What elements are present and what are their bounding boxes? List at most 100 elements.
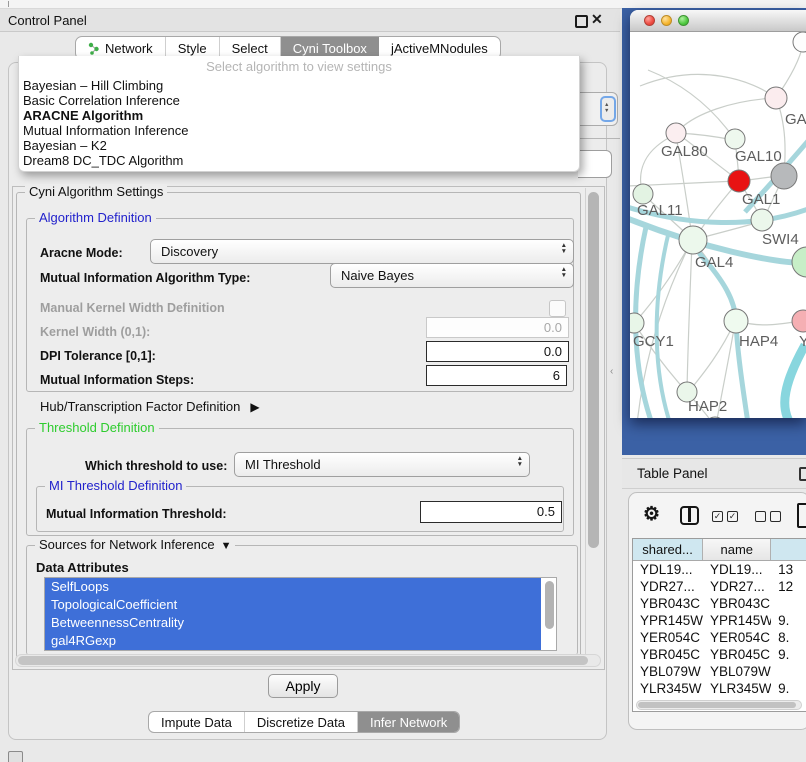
tab-label: Impute Data [161, 715, 232, 730]
settings-hscrollbar-thumb[interactable] [18, 656, 588, 665]
table-hscrollbar-thumb[interactable] [638, 702, 796, 708]
network-node[interactable] [633, 184, 653, 204]
network-node[interactable] [725, 129, 745, 149]
table-panel-titlebar: Table Panel [622, 458, 806, 489]
gear-icon[interactable]: ⚙ [643, 503, 660, 526]
sources-group-title[interactable]: Sources for Network Inference▼ [35, 537, 235, 552]
table-row[interactable]: YBL079WYBL079W [633, 663, 806, 680]
network-node[interactable] [724, 309, 748, 333]
table-row[interactable]: YDL19...YDL19...13 [633, 561, 806, 578]
tab-infer-network[interactable]: Infer Network [358, 712, 459, 732]
app-root: Control Panel ✕ NetworkStyleSelectCyni T… [0, 0, 806, 762]
mi-threshold-field[interactable]: 0.5 [420, 501, 562, 523]
network-node[interactable] [792, 247, 806, 277]
algorithm-option-bayesian-k2[interactable]: Bayesian – K2 [19, 138, 579, 153]
table-cell: YBR043C [633, 595, 703, 612]
collapse-down-icon[interactable]: ▼ [221, 540, 232, 552]
checked-checkbox-icon[interactable]: ✓ [727, 511, 738, 522]
algorithm-option-dream8-dc-tdc-algorithm[interactable]: Dream8 DC_TDC Algorithm [19, 153, 579, 168]
unchecked-checkbox-icon[interactable] [770, 511, 781, 522]
attribute-item-topologicalcoefficient[interactable]: TopologicalCoefficient [45, 596, 541, 614]
network-window-titlebar[interactable] [630, 10, 806, 32]
table-hscrollbar-track[interactable] [636, 700, 802, 710]
algorithm-option-aracne-algorithm[interactable]: ARACNE Algorithm [19, 108, 579, 123]
network-edge-thick [785, 345, 806, 418]
node-label-hap2: HAP2 [688, 398, 727, 415]
close-traffic-light-icon[interactable] [644, 15, 655, 26]
column-header-shared[interactable]: shared... [633, 539, 703, 560]
manual-kernel-checkbox[interactable] [549, 300, 566, 317]
hub-definition-toggle[interactable]: Hub/Transcription Factor Definition▶ [40, 399, 260, 414]
algorithm-option-basic-correlation-inference[interactable]: Basic Correlation Inference [19, 93, 579, 108]
tab-discretize-data[interactable]: Discretize Data [245, 712, 358, 732]
column-header-2[interactable] [771, 539, 806, 560]
tab-label: Cyni Toolbox [293, 41, 367, 56]
algorithm-definition-title: Algorithm Definition [35, 210, 156, 225]
checked-checkbox-icon[interactable]: ✓ [712, 511, 723, 522]
table-panel-title: Table Panel [637, 466, 708, 481]
combo-stepper-button-fragment[interactable]: ▲▼ [600, 96, 616, 122]
attribute-item-betweennesscentrality[interactable]: BetweennessCentrality [45, 614, 541, 632]
table-row[interactable]: YDR27...YDR27...12 [633, 578, 806, 595]
table-panel-float-icon[interactable] [799, 467, 806, 481]
network-node[interactable] [793, 32, 806, 52]
tab-label: Select [232, 41, 268, 56]
algorithm-option-bayesian-hill-climbing[interactable]: Bayesian – Hill Climbing [19, 78, 579, 93]
network-node[interactable] [630, 313, 644, 333]
list-scrollbar[interactable] [545, 581, 554, 629]
table-cell: YBR045C [633, 646, 703, 663]
network-canvas[interactable]: GALGAL80GAL10GAL11GAL1SWI4GAL4GCY1HAP4YH… [630, 32, 806, 418]
network-view-window: GALGAL80GAL10GAL11GAL1SWI4GAL4GCY1HAP4YH… [630, 10, 806, 418]
table-row[interactable]: YLR345WYLR345W9. [633, 680, 806, 697]
dock-panel-icon[interactable] [8, 751, 23, 762]
tab-label: jActiveMNodules [391, 41, 488, 56]
close-icon[interactable]: ✕ [591, 11, 603, 28]
table-row[interactable]: YBR045CYBR045C9. [633, 646, 806, 663]
network-icon [88, 42, 100, 55]
table-cell: YER054C [633, 629, 703, 646]
float-window-icon[interactable] [575, 15, 588, 28]
data-attributes-list[interactable]: SelfLoopsTopologicalCoefficientBetweenne… [44, 577, 557, 651]
network-node[interactable] [771, 163, 797, 189]
network-node[interactable] [765, 87, 787, 109]
network-node[interactable] [666, 123, 686, 143]
expand-right-icon[interactable]: ▶ [250, 400, 259, 414]
attribute-item-selfloops[interactable]: SelfLoops [45, 578, 541, 596]
manual-kernel-label: Manual Kernel Width Definition [40, 301, 225, 315]
mi-algorithm-type-combo[interactable]: Naive Bayes ▲▼ [330, 263, 574, 288]
bottom-tab-strip: Impute Data Discretize DataInfer Network [148, 711, 460, 733]
table-cell: 13 [771, 561, 806, 578]
panel-splitter-handle[interactable]: ‹ [610, 366, 613, 377]
unchecked-checkbox-icon[interactable] [755, 511, 766, 522]
mi-threshold-label: Mutual Information Threshold: [46, 507, 227, 521]
table-cell: YER054C [703, 629, 771, 646]
aracne-mode-combo[interactable]: Discovery ▲▼ [150, 239, 574, 264]
apply-button[interactable]: Apply [268, 674, 338, 698]
minimize-traffic-light-icon[interactable] [661, 15, 672, 26]
mi-steps-field[interactable]: 6 [426, 365, 567, 386]
table-row[interactable]: YER054CYER054C8. [633, 629, 806, 646]
zoom-traffic-light-icon[interactable] [678, 15, 689, 26]
table-row[interactable]: YPR145WYPR145W9. [633, 612, 806, 629]
which-threshold-combo[interactable]: MI Threshold ▲▼ [234, 452, 530, 477]
columns-icon[interactable] [680, 506, 699, 525]
network-node[interactable] [751, 209, 773, 231]
algorithm-option-mutual-information-inference[interactable]: Mutual Information Inference [19, 123, 579, 138]
attribute-item-gal4rgexp[interactable]: gal4RGexp [45, 632, 541, 650]
table-cell: 9. [771, 680, 806, 697]
settings-vscrollbar-thumb[interactable] [588, 192, 599, 548]
tab-impute-data[interactable]: Impute Data [149, 712, 245, 732]
groupbox-edge-fragment [578, 138, 620, 139]
table-cell [771, 663, 806, 680]
kernel-width-label: Kernel Width (0,1): [40, 325, 150, 339]
node-label-gal4: GAL4 [695, 254, 733, 271]
network-node[interactable] [792, 310, 806, 332]
document-icon[interactable] [797, 503, 806, 528]
network-edge [690, 323, 734, 390]
table-row[interactable]: YBR043CYBR043C [633, 595, 806, 612]
column-header-name[interactable]: name [703, 539, 771, 560]
node-label-hap4: HAP4 [739, 333, 778, 350]
dpi-tolerance-field[interactable]: 0.0 [426, 341, 569, 362]
network-node[interactable] [679, 226, 707, 254]
network-node[interactable] [728, 170, 750, 192]
